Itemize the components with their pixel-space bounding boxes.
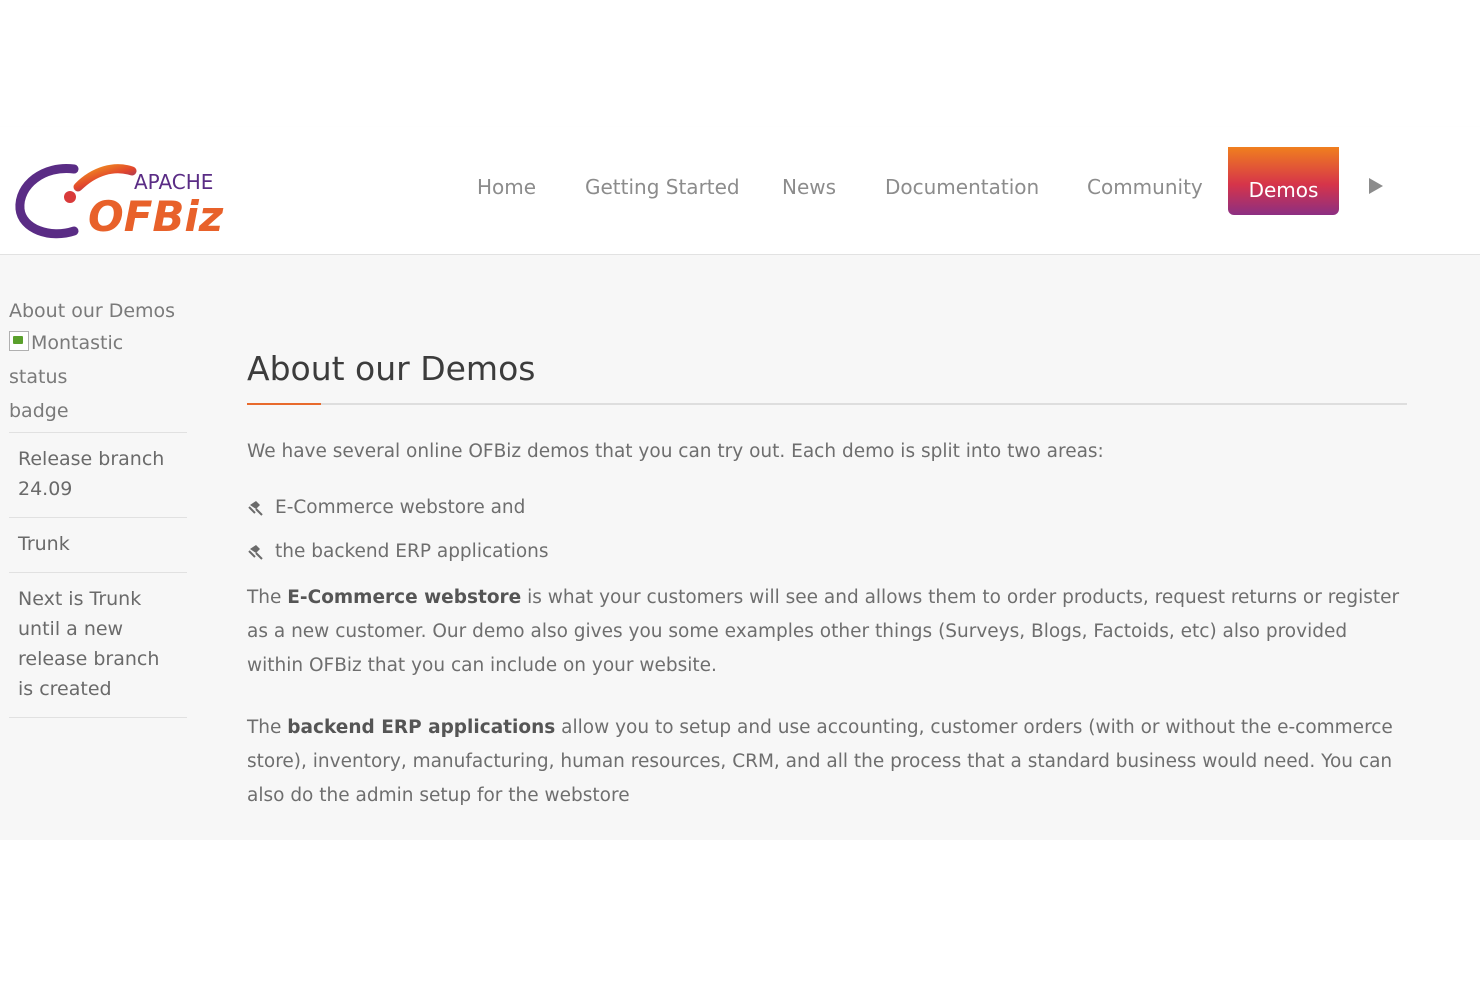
badge-alt-line2: badge (9, 400, 69, 422)
list-item: E-Commerce webstore and (247, 493, 1407, 523)
main-nav: Home Getting Started News Documentation … (0, 127, 1480, 254)
paragraph-prefix: The (247, 717, 288, 738)
sidebar-item-release-branch[interactable]: Release branch 24.09 (9, 432, 187, 517)
thumbtack-icon (248, 545, 263, 560)
nav-getting-started[interactable]: Getting Started (585, 175, 740, 199)
ecommerce-paragraph: The E-Commerce webstore is what your cus… (247, 581, 1407, 683)
paragraph-prefix: The (247, 587, 288, 608)
content-area: About our Demos Montastic status badge R… (0, 255, 1480, 840)
page-title: About our Demos (247, 349, 536, 388)
ecommerce-strong: E-Commerce webstore (287, 587, 522, 608)
backend-strong: backend ERP applications (287, 717, 556, 738)
sidebar: About our Demos Montastic status badge R… (9, 298, 187, 718)
title-accent (247, 403, 321, 405)
title-divider (247, 403, 1407, 405)
sidebar-item-trunk[interactable]: Trunk (9, 517, 187, 572)
bullet-text: the backend ERP applications (275, 541, 549, 562)
nav-news[interactable]: News (782, 175, 836, 199)
site-header: APACHE OFBiz Home Getting Started News D… (0, 127, 1480, 255)
backend-paragraph: The backend ERP applications allow you t… (247, 711, 1407, 813)
intro-paragraph: We have several online OFBiz demos that … (247, 441, 1104, 462)
nav-demos[interactable]: Demos (1228, 147, 1339, 215)
demo-areas-list: E-Commerce webstore and the backend ERP … (247, 493, 1407, 567)
sidebar-title[interactable]: About our Demos (9, 298, 187, 324)
thumbtack-icon (248, 501, 263, 516)
nav-community[interactable]: Community (1087, 175, 1203, 199)
play-arrow-icon[interactable] (1369, 178, 1383, 194)
main-content: About our Demos We have several online O… (247, 347, 1407, 813)
nav-documentation[interactable]: Documentation (885, 175, 1039, 199)
status-badge[interactable]: Montastic status badge (9, 326, 187, 428)
nav-home[interactable]: Home (477, 175, 536, 199)
list-item: the backend ERP applications (247, 537, 1407, 567)
sidebar-item-next-is-trunk[interactable]: Next is Trunk until a new release branch… (9, 572, 187, 718)
bullet-text: E-Commerce webstore and (275, 497, 526, 518)
broken-image-icon (9, 331, 29, 351)
